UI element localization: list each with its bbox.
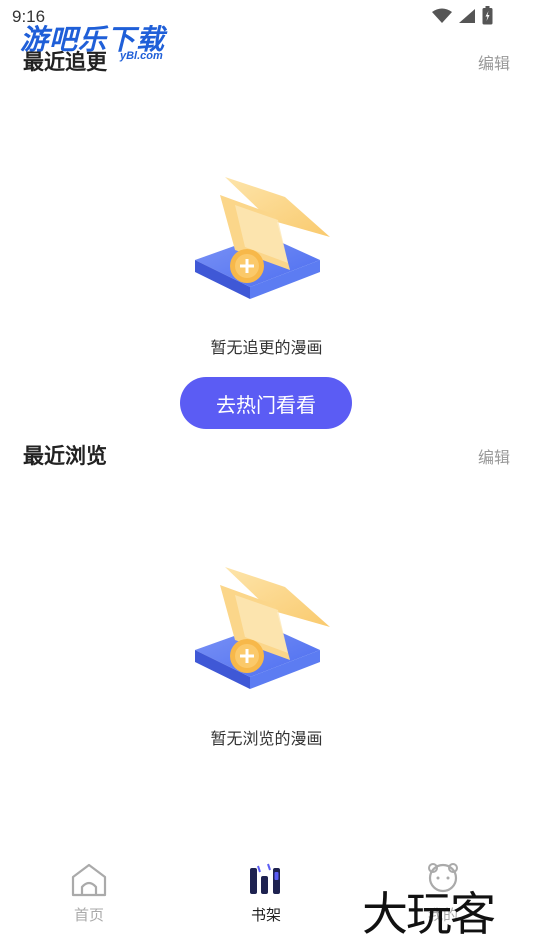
- empty-book-illustration: [195, 567, 330, 689]
- battery-icon: [482, 6, 493, 25]
- wifi-icon: [432, 8, 452, 23]
- recent-browse-empty-text: 暂无浏览的漫画: [210, 729, 323, 748]
- recent-browse-title: 最近浏览: [23, 444, 107, 468]
- nav-label-bookshelf: 书架: [250, 906, 281, 924]
- watermark-bottom-text: 大玩客: [362, 887, 496, 941]
- nav-item-home[interactable]: 首页: [44, 862, 134, 925]
- recent-updates-empty-text: 暂无追更的漫画: [210, 338, 323, 357]
- nav-item-bookshelf[interactable]: 书架: [221, 862, 311, 925]
- status-icons: [432, 6, 493, 25]
- bookshelf-icon: [250, 863, 280, 894]
- nav-label-home: 首页: [73, 906, 104, 924]
- recent-browse-edit-button[interactable]: 编辑: [478, 444, 510, 468]
- signal-icon: [459, 8, 475, 23]
- empty-book-illustration: [195, 177, 330, 299]
- go-hot-button[interactable]: 去热门看看: [180, 377, 352, 429]
- recent-updates-edit-button[interactable]: 编辑: [478, 50, 510, 74]
- recent-updates-header: 最近追更 编辑: [0, 46, 533, 76]
- recent-browse-header: 最近浏览 编辑: [0, 440, 533, 470]
- recent-updates-title: 最近追更: [23, 50, 107, 74]
- home-icon: [71, 863, 107, 897]
